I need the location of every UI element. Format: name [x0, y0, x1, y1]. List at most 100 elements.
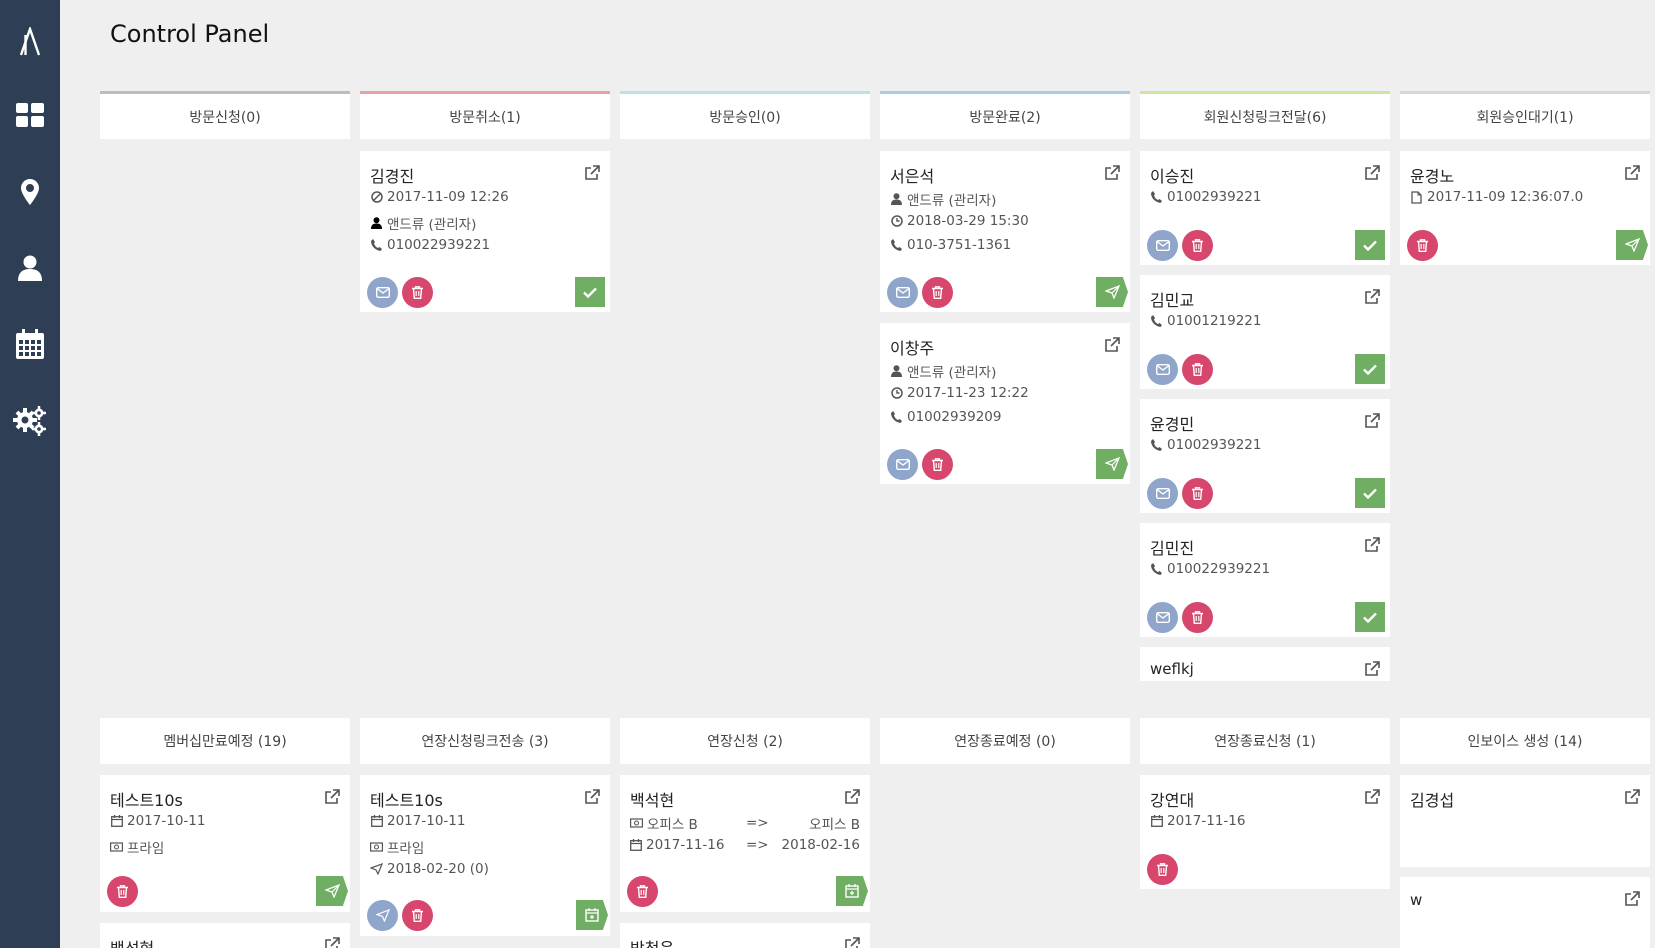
mail-button[interactable] [1147, 354, 1178, 385]
external-link-icon[interactable] [1364, 537, 1380, 553]
approve-check-button[interactable] [1355, 602, 1385, 632]
external-link-icon[interactable] [324, 789, 340, 805]
delete-button[interactable] [402, 900, 433, 931]
visit-card[interactable]: 이창주 앤드류 (관리자) 2017-11-23 12:22 010029392… [880, 323, 1130, 484]
member-card[interactable]: 이승진 01002939221 [1140, 151, 1390, 265]
external-link-icon[interactable] [1104, 165, 1120, 181]
card-name: 이승진 [1150, 167, 1195, 186]
delete-button[interactable] [1407, 230, 1438, 261]
external-link-icon[interactable] [1624, 789, 1640, 805]
membership-card[interactable]: 테스트10s 2017-10-11 프라임 [100, 775, 350, 912]
card-doc-row: 2017-11-09 12:36:07.0 [1410, 189, 1583, 205]
delete-button[interactable] [627, 876, 658, 907]
calendar-icon[interactable] [0, 319, 60, 369]
card-phone-row: 010-3751-1361 [890, 237, 1011, 253]
mail-button[interactable] [1147, 478, 1178, 509]
approve-check-button[interactable] [1355, 354, 1385, 384]
column-header-extension-end-request: 연장종료신청 (1) [1140, 718, 1390, 764]
external-link-icon[interactable] [1364, 661, 1380, 677]
phone-icon [1150, 563, 1163, 576]
extension-request-card[interactable]: 박청운 [620, 923, 870, 948]
phone-icon [1150, 439, 1163, 452]
member-card[interactable]: weflkj [1140, 647, 1390, 681]
external-link-icon[interactable] [584, 165, 600, 181]
card-name: 이창주 [890, 339, 935, 358]
member-card[interactable]: 김민진 010022939221 [1140, 523, 1390, 637]
approve-check-button[interactable] [1355, 478, 1385, 508]
approve-check-button[interactable] [1355, 230, 1385, 260]
card-name: 백석현 [630, 791, 675, 810]
membership-card[interactable]: 백석현 [100, 923, 350, 948]
column-header-extension-request: 연장신청 (2) [620, 718, 870, 764]
delete-button[interactable] [1182, 230, 1213, 261]
logo[interactable] [0, 22, 60, 62]
delete-button[interactable] [1147, 854, 1178, 885]
phone-icon [890, 411, 903, 424]
location-pin-icon[interactable] [0, 167, 60, 217]
card-phone-row: 010022939221 [370, 237, 490, 253]
column-header-member-wait: 회원승인대기(1) [1400, 91, 1650, 139]
send-button[interactable] [1616, 230, 1648, 260]
clock-icon [890, 215, 903, 228]
delete-button[interactable] [922, 277, 953, 308]
calendar-add-button[interactable] [836, 876, 868, 906]
card-name: weflkj [1150, 660, 1194, 678]
calendar-add-button[interactable] [576, 900, 608, 930]
external-link-icon[interactable] [1104, 337, 1120, 353]
member-card[interactable]: 윤경민 01002939221 [1140, 399, 1390, 513]
delete-button[interactable] [1182, 602, 1213, 633]
visit-card[interactable]: 김경진 2017-11-09 12:26 앤드류 (관리자) 010022939… [360, 151, 610, 312]
external-link-icon[interactable] [1364, 165, 1380, 181]
member-card[interactable]: 윤경노 2017-11-09 12:36:07.0 [1400, 151, 1650, 265]
extension-end-card[interactable]: 강연대 2017-11-16 [1140, 775, 1390, 889]
extension-request-card[interactable]: 백석현 오피스 B => 오피스 B 2017-11-16 => 2018-02… [620, 775, 870, 912]
send-link-button[interactable] [367, 900, 398, 931]
card-name: 테스트10s [110, 791, 183, 810]
visit-card[interactable]: 서은석 앤드류 (관리자) 2018-03-29 15:30 010-3751-… [880, 151, 1130, 312]
send-button[interactable] [316, 876, 348, 906]
card-name: w [1410, 891, 1423, 909]
external-link-icon[interactable] [844, 789, 860, 805]
send-button[interactable] [1096, 277, 1128, 307]
card-date-row: 2017-10-11 [370, 813, 465, 829]
external-link-icon[interactable] [1624, 891, 1640, 907]
settings-gears-icon[interactable] [0, 396, 60, 446]
mail-button[interactable] [887, 277, 918, 308]
column-header-invoice-create: 인보이스 생성 (14) [1400, 718, 1650, 764]
calendar-icon [370, 815, 383, 828]
extension-card[interactable]: 테스트10s 2017-10-11 프라임 2018-02-20 (0) [360, 775, 610, 936]
calendar-icon [630, 839, 642, 851]
user-icon[interactable] [0, 243, 60, 293]
delete-button[interactable] [107, 876, 138, 907]
card-manager-row: 앤드류 (관리자) [890, 361, 996, 381]
external-link-icon[interactable] [324, 937, 340, 948]
clock-icon [890, 387, 903, 400]
delete-button[interactable] [1182, 354, 1213, 385]
delete-button[interactable] [922, 449, 953, 480]
dashboard-icon[interactable] [0, 90, 60, 140]
mail-button[interactable] [367, 277, 398, 308]
invoice-card[interactable]: w [1400, 877, 1650, 948]
external-link-icon[interactable] [844, 937, 860, 948]
delete-button[interactable] [402, 277, 433, 308]
external-link-icon[interactable] [584, 789, 600, 805]
invoice-card[interactable]: 김경섭 [1400, 775, 1650, 867]
mail-button[interactable] [1147, 230, 1178, 261]
user-icon [890, 365, 903, 378]
delete-button[interactable] [1182, 478, 1213, 509]
main-content: Control Panel 방문신청(0) 방문취소(1) 방문승인(0) 방문… [60, 0, 1655, 948]
external-link-icon[interactable] [1364, 413, 1380, 429]
external-link-icon[interactable] [1624, 165, 1640, 181]
member-card[interactable]: 김민교 01001219221 [1140, 275, 1390, 389]
send-button[interactable] [1096, 449, 1128, 479]
mail-button[interactable] [887, 449, 918, 480]
card-date-row: 2017-11-16 => 2018-02-16 [630, 837, 860, 853]
phone-icon [370, 239, 383, 252]
column-header-extension-end-soon: 연장종료예정 (0) [880, 718, 1130, 764]
card-name: 윤경민 [1150, 415, 1195, 434]
approve-check-button[interactable] [575, 277, 605, 307]
mail-button[interactable] [1147, 602, 1178, 633]
external-link-icon[interactable] [1364, 289, 1380, 305]
phone-icon [1150, 315, 1163, 328]
external-link-icon[interactable] [1364, 789, 1380, 805]
